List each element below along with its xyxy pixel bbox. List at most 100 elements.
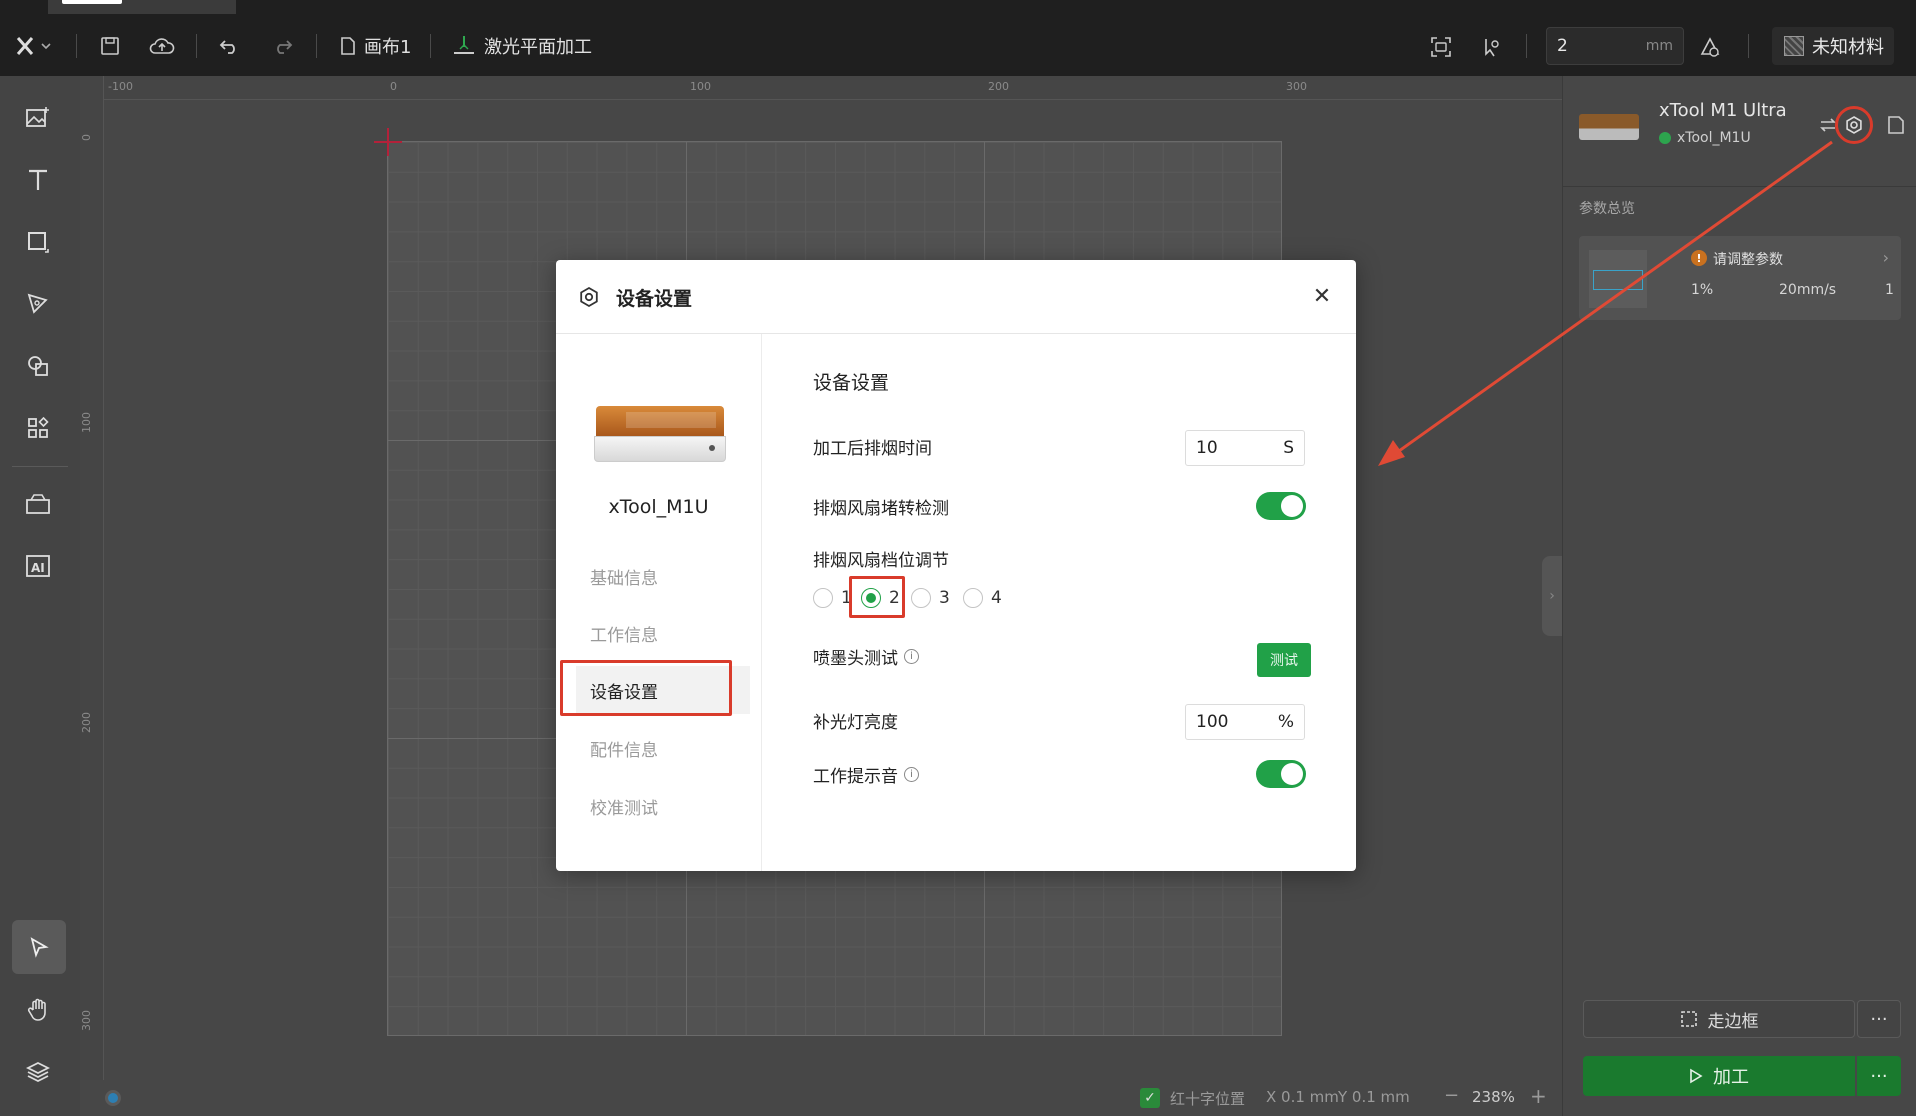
settings-gear-icon: [580, 286, 598, 308]
fill-light-input[interactable]: 100 %: [1185, 704, 1305, 740]
device-thumbnail: [1579, 114, 1639, 140]
document-icon: [341, 37, 355, 55]
nav-basic-info[interactable]: 基础信息: [590, 564, 658, 589]
save-icon[interactable]: [98, 34, 122, 58]
app-logo-icon: [16, 37, 51, 55]
panel-collapse-handle[interactable]: ›: [1542, 556, 1562, 636]
tab-strip: [0, 0, 1916, 14]
shape-tool-icon[interactable]: [14, 218, 62, 266]
fill-light-value: 100: [1196, 712, 1229, 732]
ruler-tick: 0: [80, 134, 93, 141]
frame-button-label: 走边框: [1707, 1011, 1759, 1032]
app-menu-button[interactable]: [12, 32, 60, 60]
laser-icon: [454, 36, 474, 54]
size-value: 2: [1557, 36, 1568, 56]
nav-work-info[interactable]: 工作信息: [590, 621, 658, 646]
tab-current[interactable]: [48, 0, 236, 14]
speed-value: 20mm/s: [1779, 282, 1837, 298]
select-tool-icon[interactable]: [12, 920, 66, 974]
work-sound-label: 工作提示音 i: [813, 762, 919, 787]
device-settings-dialog: 设备设置 ✕ xTool_M1U 基础信息 工作信息 设备设置 配件信息 校准测…: [556, 260, 1356, 871]
ruler-tick: -100: [108, 80, 133, 93]
param-card[interactable]: ! 请调整参数 › 1% 20mm/s 1: [1579, 236, 1901, 320]
fan-level-option-1[interactable]: 1: [813, 588, 852, 608]
process-more-button[interactable]: ···: [1857, 1056, 1901, 1096]
adjust-params-warning: 请调整参数: [1713, 252, 1783, 268]
material-select[interactable]: 未知材料: [1772, 27, 1894, 65]
info-icon[interactable]: i: [904, 649, 919, 664]
elements-library-icon[interactable]: [14, 404, 62, 452]
camera-capture-icon[interactable]: [1428, 34, 1454, 60]
work-sound-toggle[interactable]: [1256, 760, 1306, 788]
right-panel: xTool M1 Ultra xTool_M1U 参数总览 ! 请调整参数 › …: [1562, 76, 1916, 1116]
section-title: 设备设置: [813, 372, 890, 394]
material-library-icon[interactable]: [1696, 34, 1724, 60]
frame-button[interactable]: 走边框: [1583, 1000, 1855, 1038]
fan-block-label: 排烟风扇堵转检测: [813, 499, 949, 519]
project-folder-icon[interactable]: [14, 480, 62, 528]
vertical-ruler: 0 100 200 300: [80, 76, 104, 1116]
cloud-upload-icon[interactable]: [148, 34, 176, 58]
passes-value: 1: [1885, 282, 1894, 298]
fan-level-option-3[interactable]: 3: [911, 588, 950, 608]
dialog-sidebar: xTool_M1U 基础信息 工作信息 设备设置 配件信息 校准测试: [556, 334, 762, 871]
zoom-in-button[interactable]: +: [1530, 1084, 1547, 1108]
size-input[interactable]: 2 mm: [1546, 27, 1684, 65]
device-notes-icon[interactable]: [1883, 112, 1909, 138]
smoke-time-input[interactable]: 10 S: [1185, 430, 1305, 466]
fill-light-label: 补光灯亮度: [813, 713, 898, 733]
device-model: xTool M1 Ultra: [1659, 100, 1787, 121]
dialog-content: 设备设置 加工后排烟时间 10 S 排烟风扇堵转检测 排烟风扇档位调节 1 2 …: [763, 334, 1356, 871]
frame-more-button[interactable]: ···: [1857, 1000, 1901, 1038]
warning-icon: !: [1691, 250, 1707, 266]
canvas-name: 画布1: [364, 37, 412, 58]
material-swatch-icon: [1784, 36, 1804, 56]
nav-highlight-box: [560, 660, 732, 716]
svg-text:AI: AI: [31, 561, 45, 575]
crosshair-position-label: 红十字位置: [1170, 1090, 1246, 1108]
size-unit: mm: [1645, 38, 1673, 54]
undo-icon[interactable]: [216, 34, 242, 58]
smoke-time-unit: S: [1283, 438, 1294, 458]
layer-thumbnail: [1589, 250, 1647, 308]
process-mode-button[interactable]: 激光平面加工: [452, 34, 592, 58]
ai-tool-icon[interactable]: AI: [14, 542, 62, 590]
info-icon[interactable]: i: [904, 767, 919, 782]
process-mode-label: 激光平面加工: [484, 37, 592, 58]
status-bar: ✓ 红十字位置 X 0.1 mm Y 0.1 mm − 238% +: [80, 1080, 1562, 1116]
zoom-out-button[interactable]: −: [1444, 1085, 1459, 1106]
frame-dashed-icon: [1680, 1011, 1697, 1027]
device-connection-name: xTool_M1U: [1677, 130, 1751, 146]
pen-tool-icon[interactable]: [14, 280, 62, 328]
layers-icon[interactable]: [14, 1048, 62, 1096]
pointer-mode-icon[interactable]: [1478, 34, 1504, 60]
y-coordinate: Y 0.1 mm: [1338, 1088, 1410, 1106]
nav-accessory-info[interactable]: 配件信息: [590, 736, 658, 761]
connected-status-icon: [1659, 132, 1671, 144]
process-button[interactable]: 加工: [1583, 1056, 1855, 1096]
fan-level-highlight-box: [849, 576, 905, 618]
params-overview-title: 参数总览: [1579, 201, 1635, 217]
image-tool-icon[interactable]: [14, 94, 62, 142]
zoom-level: 238%: [1472, 1088, 1515, 1106]
nav-calibration-test[interactable]: 校准测试: [590, 794, 658, 819]
ruler-tick: 100: [690, 80, 711, 93]
nozzle-test-button[interactable]: 测试: [1257, 643, 1311, 677]
hand-tool-icon[interactable]: [14, 986, 62, 1034]
status-indicator-icon: [105, 1090, 121, 1106]
x-coordinate: X 0.1 mm: [1266, 1088, 1339, 1106]
text-tool-icon[interactable]: [14, 156, 62, 204]
left-toolbar: AI: [0, 76, 80, 1116]
top-toolbar: 画布1 激光平面加工 2 mm 未知材料: [0, 0, 1916, 76]
fan-level-option-4[interactable]: 4: [963, 588, 1002, 608]
close-icon[interactable]: ✕: [1310, 284, 1334, 309]
combine-shapes-icon[interactable]: [14, 342, 62, 390]
crosshair-checkbox[interactable]: ✓: [1140, 1088, 1160, 1108]
power-value: 1%: [1691, 282, 1714, 298]
redo-icon[interactable]: [270, 34, 296, 58]
dialog-title: 设备设置: [616, 288, 693, 310]
canvas-name-button[interactable]: 画布1: [340, 34, 411, 58]
fan-block-toggle[interactable]: [1256, 492, 1306, 520]
settings-highlight-ring: [1835, 106, 1873, 144]
fill-light-unit: %: [1277, 712, 1294, 732]
